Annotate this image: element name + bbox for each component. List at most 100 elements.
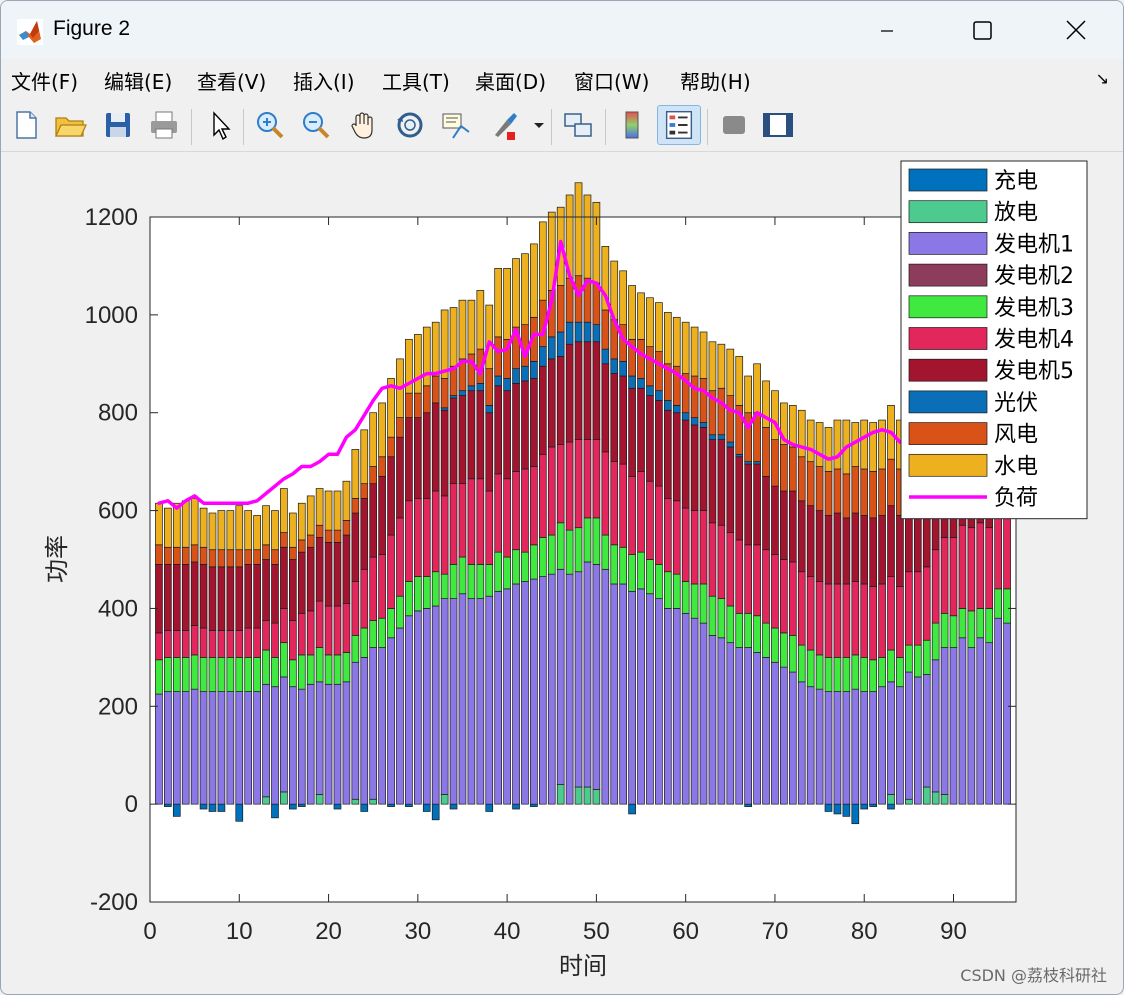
bar-segment	[646, 480, 654, 560]
bar-segment	[976, 522, 985, 609]
bar-segment	[556, 356, 565, 445]
bar-segment	[190, 625, 199, 656]
bar-segment	[190, 561, 199, 626]
bar-segment	[699, 427, 708, 511]
bar-segment	[378, 402, 386, 458]
bar-segment	[360, 627, 369, 658]
bar-segment	[583, 439, 592, 519]
bar-segment	[592, 324, 601, 343]
bar-segment	[574, 786, 583, 805]
bar-segment	[735, 647, 744, 805]
bar-segment	[574, 182, 583, 277]
legend-swatch	[908, 200, 988, 224]
bar-segment	[708, 439, 717, 524]
bar-segment	[744, 461, 752, 465]
bar-segment	[788, 634, 797, 673]
bar-segment	[833, 583, 842, 658]
bar-segment	[414, 417, 422, 499]
bar-segment	[271, 622, 279, 658]
bar-segment	[297, 688, 306, 805]
bar-segment	[440, 409, 449, 497]
bar-segment	[601, 534, 610, 570]
figure-window: Figure 2 文件(F) 编辑(E) 查看(V) 插入(I) 工具(T) 桌…	[0, 0, 1124, 995]
bar-segment	[815, 654, 824, 690]
bar-segment	[164, 803, 172, 807]
bar-segment	[717, 434, 726, 440]
bar-segment	[244, 627, 253, 658]
legend-swatch	[908, 453, 988, 477]
bar-segment	[949, 647, 958, 805]
bar-segment	[351, 798, 360, 805]
bar-segment	[217, 566, 226, 631]
bar-segment	[476, 564, 485, 599]
bar-segment	[887, 458, 895, 507]
bar-segment	[280, 676, 288, 793]
bar-segment	[905, 671, 913, 800]
bar-segment	[172, 546, 181, 565]
bar-segment	[494, 551, 503, 592]
bar-segment	[414, 610, 422, 805]
bar-segment	[271, 510, 279, 551]
bar-segment	[440, 598, 449, 795]
bar-segment	[958, 524, 967, 609]
bar-segment	[530, 378, 538, 467]
bar-segment	[628, 803, 636, 815]
bar-segment	[190, 544, 199, 563]
bar-segment	[485, 564, 494, 597]
bar-segment	[842, 517, 851, 585]
bar-segment	[922, 566, 931, 641]
bar-segment	[315, 681, 324, 795]
bar-segment	[467, 385, 476, 392]
bar-segment	[467, 299, 476, 355]
bar-segment	[440, 378, 449, 409]
bar-segment	[289, 546, 297, 560]
bar-segment	[833, 512, 842, 585]
bar-segment	[842, 473, 851, 519]
bar-segment	[771, 554, 779, 629]
bar-segment	[521, 581, 529, 805]
legend-swatch	[908, 422, 988, 445]
bar-segment	[503, 390, 511, 480]
bar-segment	[467, 478, 476, 565]
bar-segment	[842, 583, 851, 658]
bar-segment	[360, 657, 369, 805]
bar-segment	[869, 517, 877, 587]
bar-segment	[824, 583, 833, 658]
bar-segment	[449, 598, 458, 805]
bar-segment	[333, 683, 342, 805]
bar-segment	[324, 683, 333, 805]
legend[interactable]: 充电放电发电机1 发电机2 发电机3 发电机4 发电机5 光伏风电水电负荷	[900, 160, 1088, 520]
bar-segment	[922, 786, 931, 805]
bar-segment	[762, 657, 770, 805]
bar-segment	[431, 490, 440, 573]
bar-segment	[422, 326, 431, 387]
bar-segment	[619, 463, 628, 548]
bar-segment	[405, 581, 413, 617]
bar-segment	[547, 358, 556, 448]
bar-segment	[967, 527, 976, 612]
bar-segment	[655, 400, 663, 487]
bar-segment	[333, 490, 342, 531]
bar-segment	[753, 615, 761, 653]
bar-segment	[208, 549, 217, 568]
bar-segment	[824, 471, 833, 516]
bar-segment	[324, 605, 333, 656]
bar-segment	[565, 343, 574, 443]
bar-segment	[583, 194, 592, 279]
bar-segment	[833, 691, 842, 805]
bar-segment	[780, 490, 788, 560]
bar-segment	[949, 537, 958, 617]
bar-segment	[851, 466, 860, 514]
bar-segment	[753, 363, 761, 414]
legend-label: 发电机2	[994, 264, 1074, 289]
bar-segment	[378, 647, 386, 805]
bar-segment	[672, 316, 681, 367]
bar-segment	[681, 321, 690, 374]
bar-segment	[235, 549, 244, 568]
bar-segment	[235, 630, 244, 658]
bar-segment	[744, 375, 752, 414]
bar-segment	[994, 588, 1002, 619]
bar-segment	[708, 595, 717, 636]
bar-segment	[851, 654, 860, 690]
x-tick-label: 40	[494, 918, 521, 945]
